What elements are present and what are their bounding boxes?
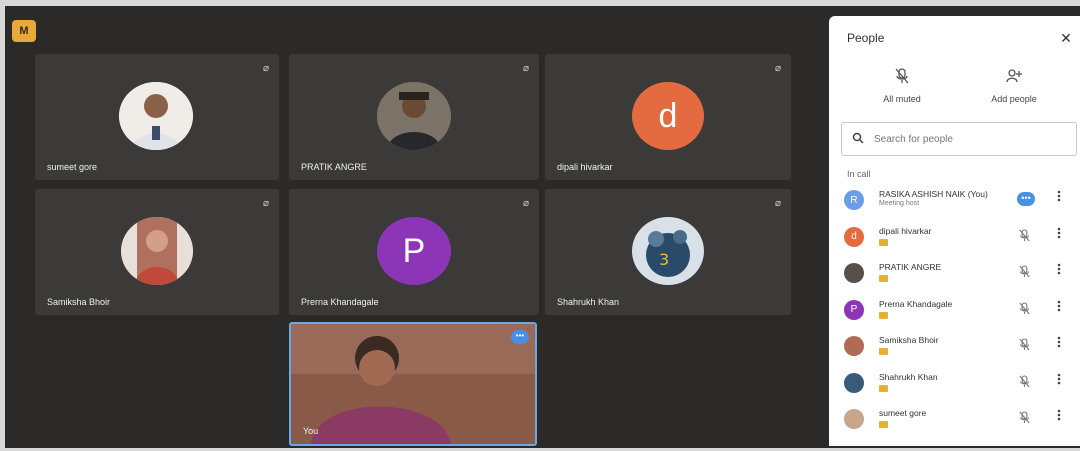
avatar-letter: P (402, 231, 426, 270)
mic-off-icon: ⌀ (774, 198, 781, 209)
close-icon[interactable]: ✕ (1056, 28, 1076, 48)
avatar-letter: d (658, 96, 678, 135)
participant-tile[interactable]: ⌀ P Prerna Khandagale (289, 189, 539, 315)
participant-name: RASIKA ASHISH NAIK (You) (879, 189, 988, 199)
self-video-tile[interactable]: ••• You (289, 322, 537, 446)
pin-icon (879, 384, 888, 392)
mic-off-icon[interactable] (1019, 374, 1030, 391)
mic-off-icon: ⌀ (522, 63, 529, 74)
search-icon (852, 132, 864, 147)
add-people-button[interactable]: Add people (969, 68, 1059, 104)
avatar-letter: P (850, 304, 858, 315)
add-people-label: Add people (991, 94, 1037, 104)
avatar: 3 (632, 217, 704, 285)
mic-off-icon: ⌀ (522, 198, 529, 209)
more-options-button[interactable]: ••• (1017, 192, 1035, 206)
participant-name: PRATIK ANGRE (879, 262, 942, 272)
participant-row[interactable]: PRATIK ANGRE (829, 257, 1080, 293)
search-box[interactable] (841, 122, 1077, 156)
avatar (844, 372, 864, 393)
participant-tile[interactable]: ⌀ d dipali hivarkar (545, 54, 791, 180)
participant-row[interactable]: Shahrukh Khan (829, 367, 1080, 403)
pin-icon (879, 275, 888, 282)
self-video-feed (291, 324, 535, 444)
pin-icon (879, 348, 888, 355)
participant-tile[interactable]: ⌀ PRATIK ANGRE (289, 54, 539, 180)
participant-name: PRATIK ANGRE (301, 162, 367, 172)
mic-off-icon[interactable] (1019, 228, 1030, 245)
pin-icon (879, 311, 888, 319)
more-vert-icon[interactable] (1057, 373, 1061, 388)
more-vert-icon[interactable] (1057, 409, 1061, 424)
person-add-icon (969, 68, 1059, 88)
participant-name: Samiksha Bhoir (47, 297, 111, 307)
more-vert-icon[interactable] (1057, 336, 1061, 351)
mic-off-icon: ⌀ (262, 198, 269, 209)
participant-row[interactable]: sumeet gore (829, 403, 1080, 439)
participant-tile[interactable]: ⌀ 3 Shahrukh Khan (545, 189, 791, 315)
participant-row[interactable]: d dipali hivarkar (829, 221, 1080, 257)
more-vert-icon[interactable] (1057, 227, 1061, 242)
avatar (844, 263, 864, 283)
avatar (844, 409, 864, 429)
avatar (121, 217, 193, 285)
pin-icon (879, 421, 888, 428)
app-badge-icon[interactable]: M (12, 20, 36, 42)
participant-tile[interactable]: ⌀ Samiksha Bhoir (35, 189, 279, 315)
mic-off-icon: ⌀ (262, 63, 269, 74)
more-options-button[interactable]: ••• (511, 330, 529, 344)
section-label: In call (847, 169, 871, 179)
participant-name: You (303, 426, 319, 436)
mic-off-icon[interactable] (1019, 265, 1030, 281)
participant-name: Samiksha Bhoir (879, 335, 939, 345)
mic-off-icon[interactable] (1019, 301, 1030, 318)
all-muted-label: All muted (883, 94, 921, 104)
avatar (377, 82, 451, 150)
more-vert-icon[interactable] (1057, 263, 1061, 278)
participant-name: Prerna Khandagale (301, 297, 379, 307)
avatar: d (632, 82, 704, 150)
participant-name: sumeet gore (879, 408, 927, 418)
avatar-letter: R (850, 194, 858, 206)
participant-name: dipali hivarkar (557, 162, 613, 172)
panel-title: People (847, 31, 885, 45)
participant-tile[interactable]: ⌀ sumeet gore (35, 54, 279, 180)
pin-icon (879, 238, 888, 246)
mic-off-icon[interactable] (1019, 411, 1030, 427)
people-panel: People ✕ All muted Add people Search for… (829, 16, 1080, 446)
mic-off-icon[interactable] (1019, 338, 1030, 354)
avatar: d (844, 226, 864, 247)
participant-name: dipali hivarkar (879, 225, 932, 236)
avatar: R (844, 190, 864, 210)
avatar (844, 336, 864, 356)
avatar: P (377, 217, 451, 285)
participant-name: sumeet gore (47, 162, 98, 172)
more-vert-icon[interactable] (1057, 300, 1061, 315)
svg-text:3: 3 (659, 250, 669, 269)
participant-name: Shahrukh Khan (557, 297, 620, 307)
participant-name: Shahrukh Khan (879, 371, 938, 382)
more-vert-icon[interactable] (1057, 190, 1061, 205)
participant-role: Meeting host (879, 200, 920, 207)
avatar-letter: d (851, 231, 857, 242)
participant-row[interactable]: Samiksha Bhoir (829, 330, 1080, 366)
avatar: P (844, 299, 864, 320)
participant-name: Prerna Khandagale (879, 298, 953, 309)
mic-off-icon: ⌀ (774, 63, 781, 74)
search-input[interactable] (874, 133, 1044, 145)
mic-off-icon (857, 68, 947, 88)
participant-row[interactable]: P Prerna Khandagale (829, 294, 1080, 330)
participant-row[interactable]: R RASIKA ASHISH NAIK (You) Meeting host ••• (829, 184, 1080, 220)
all-muted-button[interactable]: All muted (857, 68, 947, 104)
avatar (119, 82, 193, 150)
